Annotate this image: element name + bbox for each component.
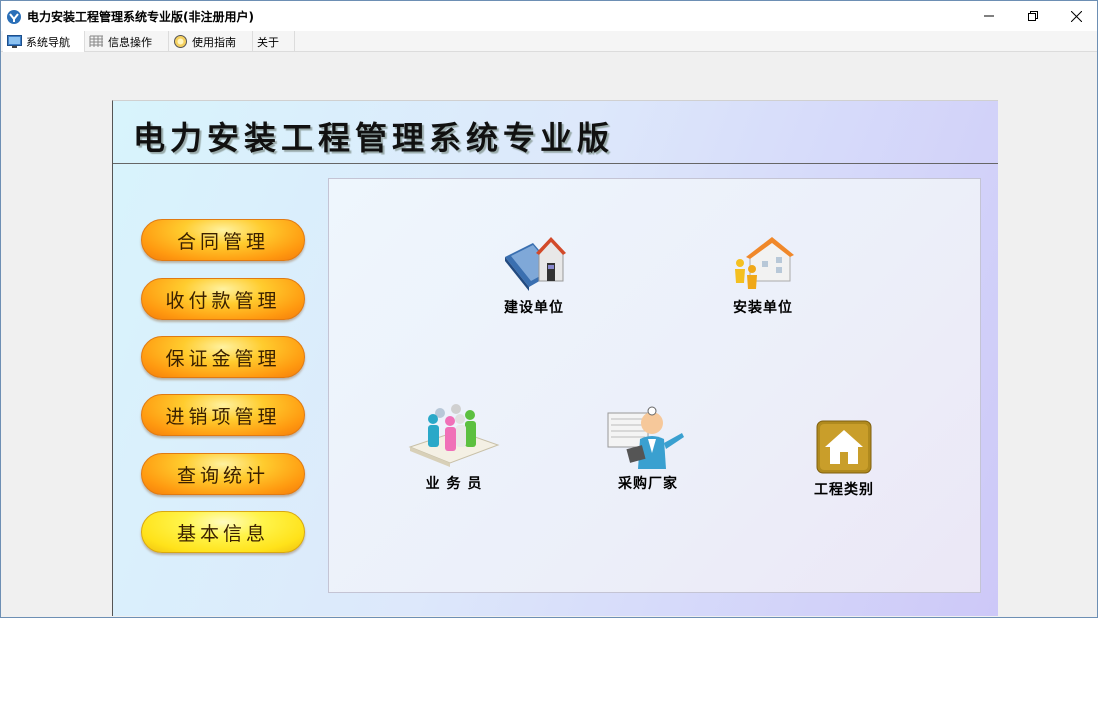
tile-project-category[interactable]: 工程类别	[784, 419, 904, 499]
contract-management-button[interactable]: 合同管理	[141, 219, 305, 261]
doctor-presentation-icon	[607, 406, 684, 469]
tile-label: 采购厂家	[618, 476, 678, 492]
close-button[interactable]	[1054, 1, 1097, 31]
tab-label: 使用指南	[192, 35, 236, 49]
tile-purchase-vendor[interactable]: 采购厂家	[588, 403, 708, 493]
building-people-icon	[735, 237, 794, 289]
query-statistics-button[interactable]: 查询统计	[141, 453, 305, 495]
house-icon	[816, 420, 872, 474]
restore-icon	[1028, 11, 1038, 21]
people-group-icon	[408, 404, 500, 467]
app-logo-icon	[7, 10, 21, 24]
grid-icon	[89, 35, 103, 47]
tile-label: 工程类别	[814, 482, 874, 498]
minimize-button[interactable]	[967, 1, 1011, 31]
app-window: 电力安装工程管理系统专业版(非注册用户) 系统导航 信息操作 使用指南 关于 电…	[0, 0, 1098, 618]
invoice-management-button[interactable]: 进销项管理	[141, 394, 305, 436]
panel-title: 电力安装工程管理系统专业版	[133, 119, 615, 157]
main-panel: 电力安装工程管理系统专业版 合同管理 收付款管理 保证金管理 进销项管理 查询统…	[112, 100, 998, 616]
tab-system-nav[interactable]: 系统导航	[3, 31, 85, 52]
tab-label: 系统导航	[26, 35, 70, 49]
tile-salesperson[interactable]: 业 务 员	[394, 401, 514, 493]
tab-info-operation[interactable]: 信息操作	[85, 31, 169, 52]
close-icon	[1070, 10, 1082, 22]
tab-about[interactable]: 关于	[253, 31, 295, 52]
menu-tab-bar: 系统导航 信息操作 使用指南 关于	[1, 31, 1097, 52]
deposit-management-button[interactable]: 保证金管理	[141, 336, 305, 378]
panel-header: 电力安装工程管理系统专业版	[113, 101, 998, 164]
tile-label: 建设单位	[504, 300, 564, 316]
title-bar: 电力安装工程管理系统专业版(非注册用户)	[1, 1, 1097, 31]
minimize-icon	[984, 15, 994, 17]
monitor-icon	[7, 35, 22, 48]
guide-icon	[174, 35, 187, 48]
book-house-icon	[505, 237, 566, 291]
tile-construction-unit[interactable]: 建设单位	[474, 231, 594, 317]
tab-user-guide[interactable]: 使用指南	[169, 31, 253, 52]
restore-button[interactable]	[1011, 1, 1055, 31]
tile-installation-unit[interactable]: 安装单位	[703, 231, 823, 317]
tile-label: 业 务 员	[425, 476, 483, 492]
tile-label: 安装单位	[733, 300, 793, 316]
basic-info-button[interactable]: 基本信息	[141, 511, 305, 553]
window-title: 电力安装工程管理系统专业版(非注册用户)	[27, 10, 254, 24]
tab-label: 关于	[257, 35, 279, 49]
content-area: 建设单位 安装单位 业 务 员 采购厂家 工程类别	[328, 178, 981, 593]
tab-label: 信息操作	[108, 35, 152, 49]
payment-management-button[interactable]: 收付款管理	[141, 278, 305, 320]
